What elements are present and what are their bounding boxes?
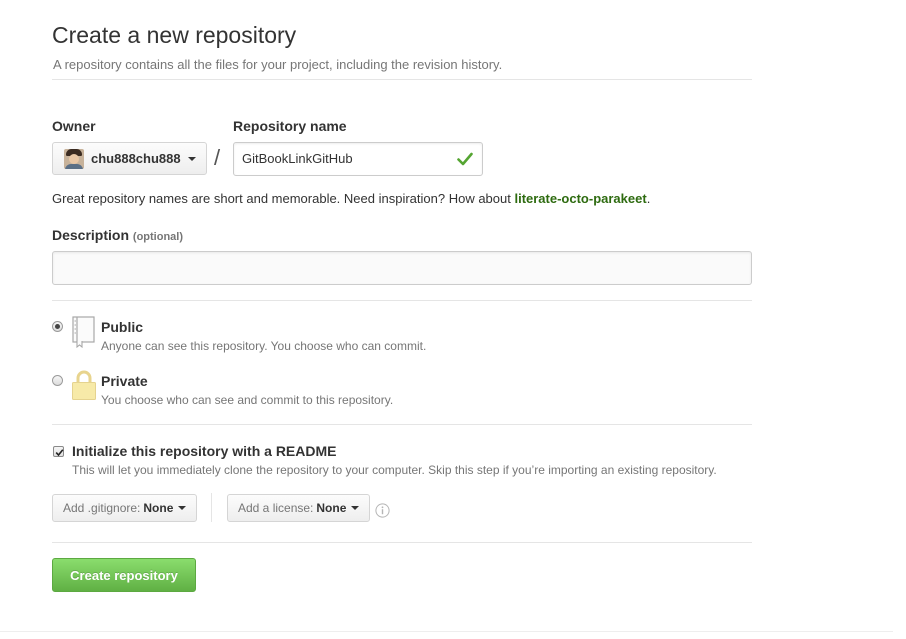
gitignore-value: None [143, 501, 174, 515]
repo-name-input[interactable] [242, 151, 442, 166]
divider [52, 542, 752, 543]
license-label: Add a license: [238, 501, 314, 515]
info-icon[interactable] [375, 503, 390, 518]
divider [52, 300, 752, 301]
vertical-divider [211, 493, 212, 522]
repo-icon [72, 316, 95, 348]
optional-note: (optional) [132, 231, 184, 243]
page-title: Create a new repository [52, 22, 297, 48]
owner-dropdown[interactable]: chu888chu888 [52, 142, 207, 175]
check-icon [457, 152, 473, 166]
name-suggestion-link[interactable]: literate-octo-parakeet [514, 191, 646, 206]
license-value: None [316, 501, 347, 515]
chevron-down-icon [187, 156, 196, 161]
avatar [64, 148, 84, 169]
description-input[interactable] [52, 251, 752, 285]
description-label-text: Description [52, 227, 130, 243]
private-option-title: Private [101, 373, 148, 389]
check-icon [55, 449, 64, 457]
private-option-desc: You choose who can see and commit to thi… [101, 393, 394, 407]
divider [52, 424, 752, 425]
public-option-desc: Anyone can see this repository. You choo… [101, 339, 427, 353]
chevron-down-icon [178, 506, 187, 510]
owner-name: chu888chu888 [91, 151, 181, 166]
readme-checkbox[interactable] [53, 446, 64, 457]
private-radio[interactable] [52, 375, 63, 386]
divider [52, 79, 752, 80]
public-radio[interactable] [52, 321, 63, 332]
description-label: Description (optional) [52, 227, 183, 243]
lock-icon [72, 370, 96, 400]
owner-label: Owner [52, 118, 96, 134]
public-option-title: Public [101, 319, 144, 335]
repo-name-hint: Great repository names are short and mem… [52, 191, 650, 206]
create-repository-button[interactable]: Create repository [52, 558, 196, 592]
footer-divider [0, 631, 893, 632]
hint-text: Great repository names are short and mem… [52, 191, 515, 206]
hint-end: . [646, 191, 651, 206]
chevron-down-icon [351, 506, 360, 510]
gitignore-label: Add .gitignore: [63, 501, 141, 515]
page-subtitle: A repository contains all the files for … [53, 57, 503, 72]
owner-repo-separator: / [214, 145, 221, 170]
repo-name-field-wrapper [233, 142, 483, 176]
gitignore-dropdown[interactable]: Add .gitignore: None [52, 494, 198, 522]
readme-desc: This will let you immediately clone the … [72, 463, 717, 477]
repo-name-label: Repository name [233, 118, 347, 134]
license-dropdown[interactable]: Add a license: None [227, 494, 371, 522]
readme-label: Initialize this repository with a README [72, 443, 337, 459]
